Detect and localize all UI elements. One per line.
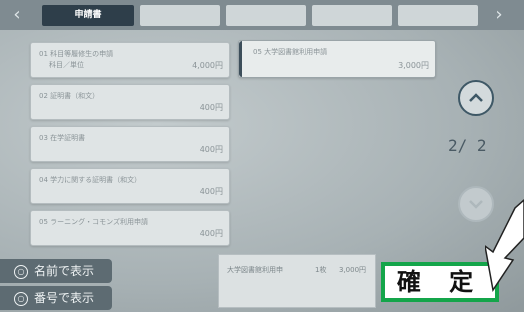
item-name: 05 ラーニング・コモンズ利用申請	[39, 218, 148, 226]
button-label: 番号で表示	[34, 291, 95, 305]
pointer-arrow-icon	[485, 198, 524, 292]
tab-2[interactable]	[140, 5, 220, 26]
selection-indicator	[239, 41, 242, 77]
selected-list-item[interactable]: 05 大学図書館利用申請 3,000円	[238, 40, 436, 78]
item-sub: 科目／単位	[49, 61, 84, 69]
list-item[interactable]: 03 在学証明書 400円	[30, 126, 230, 162]
item-price: 400円	[199, 229, 223, 238]
summary-amount: 3,000円	[339, 266, 367, 274]
summary-count: 1枚	[315, 266, 327, 274]
order-summary: 大学図書館利用申 1枚 3,000円	[218, 254, 376, 308]
item-name: 05 大学図書館利用申請	[253, 48, 328, 56]
item-name: 03 在学証明書	[39, 134, 86, 142]
tab-bar: ‹ 申請書 ›	[0, 0, 524, 30]
item-name: 04 学力に関する証明書（和文）	[39, 176, 142, 184]
item-price: 400円	[199, 145, 223, 154]
item-price: 4,000円	[192, 61, 223, 70]
item-name: 01 科目等履修生の申請	[39, 50, 114, 58]
sort-by-name-button[interactable]: ○ 名前で表示	[0, 259, 112, 283]
tab-5[interactable]	[398, 5, 478, 26]
list-item[interactable]: 01 科目等履修生の申請 科目／単位 4,000円	[30, 42, 230, 78]
item-price: 400円	[199, 187, 223, 196]
scroll-up-button[interactable]	[458, 80, 494, 116]
item-name: 02 証明書（和文）	[39, 92, 100, 100]
circle-icon: ○	[14, 264, 28, 279]
confirm-button[interactable]: 確 定	[381, 262, 499, 302]
circle-icon: ○	[14, 291, 28, 306]
chevron-up-icon	[469, 93, 483, 102]
tab-application[interactable]: 申請書	[42, 5, 134, 26]
page-indicator: 2/ 2	[448, 136, 487, 155]
list-item[interactable]: 05 ラーニング・コモンズ利用申請 400円	[30, 210, 230, 246]
tab-4[interactable]	[312, 5, 392, 26]
list-item[interactable]: 04 学力に関する証明書（和文） 400円	[30, 168, 230, 204]
item-price: 400円	[199, 103, 223, 112]
summary-label: 大学図書館利用申	[227, 266, 283, 274]
list-item[interactable]: 02 証明書（和文） 400円	[30, 84, 230, 120]
tab-3[interactable]	[226, 5, 306, 26]
kiosk-screen: ‹ 申請書 › 01 科目等履修生の申請 科目／単位 4,000円 02 証明書…	[0, 0, 524, 312]
prev-tab-arrow-icon[interactable]: ‹	[2, 4, 32, 26]
button-label: 名前で表示	[34, 264, 95, 278]
sort-by-number-button[interactable]: ○ 番号で表示	[0, 286, 112, 310]
item-price: 3,000円	[398, 61, 429, 70]
next-tab-arrow-icon[interactable]: ›	[484, 4, 514, 26]
